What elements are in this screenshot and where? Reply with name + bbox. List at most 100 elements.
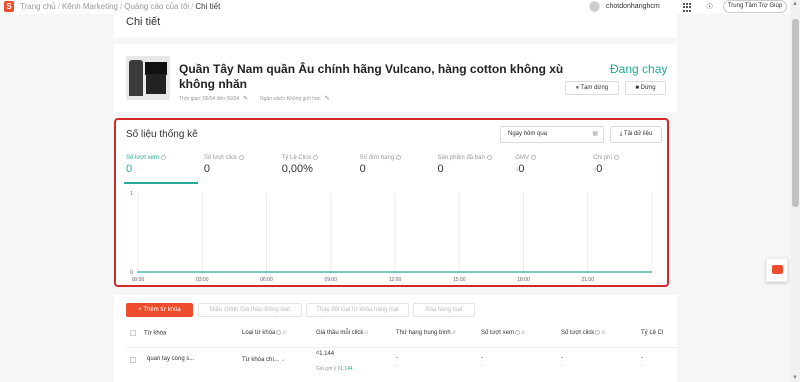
metric-ctr[interactable]: Tỷ Lệ Click 0,00% bbox=[280, 152, 358, 184]
keyword-type-select[interactable]: Từ khóa chí... ⌄ bbox=[242, 356, 286, 363]
metric-label: Tỷ Lệ Click bbox=[281, 155, 312, 162]
account-name[interactable]: chotdonhanghcm bbox=[606, 3, 660, 10]
metric-cost[interactable]: Chi phí ₫0 bbox=[591, 152, 669, 184]
keyword-cell: quan tay cong s... bbox=[147, 356, 195, 362]
date-range-select[interactable]: Ngày hôm qua ▦ bbox=[500, 126, 604, 143]
metric-label: Số lượt xem bbox=[126, 155, 159, 162]
metric-label: GMV bbox=[515, 155, 529, 162]
edit-budget-icon[interactable]: ✎ bbox=[325, 95, 330, 102]
chat-icon bbox=[772, 265, 783, 274]
bulk-keyword-type-button[interactable]: Thay đổi loại từ khóa hàng loạt bbox=[306, 303, 409, 317]
apps-grid-icon[interactable] bbox=[683, 3, 692, 12]
ad-meta: Thời gian: 05/04 đến 06/04 ✎ Ngân sách: … bbox=[179, 95, 330, 103]
data-point bbox=[329, 271, 332, 273]
statistics-card: Số liệu thống kê Ngày hôm qua ▦ ⤓ Tải dữ… bbox=[114, 118, 669, 287]
x-tick-label: 12:00 bbox=[389, 277, 402, 283]
chat-button[interactable] bbox=[766, 258, 788, 282]
suggested-bid: Giá gợi ý ₫1.144 bbox=[316, 366, 353, 372]
edit-time-icon[interactable]: ✎ bbox=[243, 95, 248, 102]
page-header-card: Chi tiết bbox=[114, 14, 677, 38]
metric-label: Chi phí bbox=[593, 155, 613, 162]
header-keyword-type[interactable]: Loại từ khóa ⇵ bbox=[242, 330, 287, 336]
scroll-thumb[interactable] bbox=[792, 19, 799, 207]
stop-button[interactable]: ■ Dừng bbox=[625, 81, 666, 95]
metric-label: Sản phẩm đã bán bbox=[437, 155, 485, 162]
metric-gmv[interactable]: GMV ₫0 bbox=[513, 152, 591, 184]
y-tick-label: 0 bbox=[130, 270, 133, 276]
data-point bbox=[586, 271, 589, 273]
help-icon[interactable] bbox=[614, 155, 620, 160]
rank-sub: - bbox=[396, 363, 398, 369]
metric-clicks[interactable]: Số lượt click 0 bbox=[202, 152, 280, 184]
x-tick-label: 06:00 bbox=[260, 277, 273, 283]
breadcrumb-home[interactable]: Trang chủ bbox=[20, 2, 56, 11]
page-scrollbar[interactable]: ▲ ▼ bbox=[791, 0, 800, 382]
x-tick-label: 15:00 bbox=[453, 277, 466, 283]
avatar[interactable] bbox=[589, 1, 600, 12]
stats-line-chart: 1 0 00:00 03:00 06:00 09:00 12:00 15:00 18:00 21:… bbox=[124, 185, 662, 285]
bulk-bid-button[interactable]: Điều chỉnh Giá thầu Đồng loạt bbox=[198, 303, 302, 317]
product-title: Quần Tây Nam quần Âu chính hãng Vulcano,… bbox=[179, 62, 564, 91]
pause-button[interactable]: ⏸ Tạm dừng bbox=[565, 81, 619, 95]
metric-value: 0 bbox=[518, 163, 525, 176]
help-icon[interactable] bbox=[486, 155, 492, 160]
metric-value: 0,00% bbox=[281, 163, 313, 176]
x-tick-label: 03:00 bbox=[196, 277, 209, 283]
metrics-row: Số lượt xem 0 Số lượt click 0 Tỷ Lệ Clic… bbox=[124, 152, 669, 184]
metric-label: Số đơn hàng bbox=[359, 155, 395, 162]
header-keyword: Từ khóa bbox=[130, 330, 166, 337]
help-icon[interactable] bbox=[160, 155, 166, 160]
download-data-button[interactable]: ⤓ Tải dữ liệu bbox=[610, 126, 662, 143]
status-badge: Đang chạy bbox=[610, 62, 668, 76]
metric-value: 0 bbox=[203, 163, 210, 176]
date-range-value: Ngày hôm qua bbox=[508, 131, 548, 137]
table-header: Từ khóa Loại từ khóa ⇵ Giá thầu mỗi click… bbox=[126, 325, 677, 348]
help-icon[interactable] bbox=[396, 155, 402, 160]
scroll-up-arrow-icon[interactable]: ▲ bbox=[792, 1, 798, 7]
clicks-sub: - bbox=[561, 363, 563, 369]
help-center-button[interactable]: Trung Tâm Trợ Giúp bbox=[723, 0, 787, 13]
chart-svg: 1 000:00 03:00 06:00 09:00 12:00 15:00 18:00 21:… bbox=[130, 191, 653, 283]
metric-value: 0 bbox=[437, 163, 444, 176]
scroll-down-arrow-icon[interactable]: ▼ bbox=[792, 375, 798, 381]
breadcrumb-my-ads[interactable]: Quảng cáo của tôi bbox=[124, 2, 189, 11]
help-icon[interactable] bbox=[313, 155, 319, 160]
y-tick-label: 1 bbox=[130, 191, 133, 197]
x-tick-label: 09:00 bbox=[324, 277, 337, 283]
breadcrumb: Trang chủ / Kênh Marketing / Quảng cáo của t… bbox=[20, 2, 221, 11]
header-ctr[interactable]: Tỷ Lệ Cl bbox=[641, 330, 663, 336]
metric-views[interactable]: Số lượt xem 0 bbox=[124, 152, 202, 184]
add-keyword-button[interactable]: + Thêm từ khóa bbox=[126, 303, 193, 317]
help-icon[interactable] bbox=[239, 155, 245, 160]
header-avg-rank[interactable]: Thứ hạng trung bình⇵ bbox=[396, 330, 456, 336]
ad-product-card: Quần Tây Nam quần Âu chính hãng Vulcano,… bbox=[114, 44, 677, 112]
shopee-logo[interactable]: S bbox=[4, 1, 14, 12]
rank-cell: - bbox=[396, 355, 398, 361]
select-all-checkbox[interactable] bbox=[130, 330, 136, 336]
header-bid[interactable]: Giá thầu mỗi click⇵ bbox=[316, 330, 369, 336]
metric-items-sold[interactable]: Sản phẩm đã bán 0 bbox=[435, 152, 513, 184]
metric-value: 0 bbox=[596, 163, 603, 176]
ctr-sub: - bbox=[641, 363, 643, 369]
metric-orders[interactable]: Số đơn hàng 0 bbox=[358, 152, 436, 184]
table-row[interactable]: quan tay cong s... Từ khóa chí... ⌄ ₫1.1… bbox=[126, 349, 677, 382]
clicks-cell: - bbox=[561, 355, 563, 361]
page-title: Chi tiết bbox=[126, 16, 161, 28]
header-clicks[interactable]: Số lượt click ⇵ bbox=[561, 330, 606, 336]
data-point bbox=[201, 271, 204, 273]
bulk-delete-button[interactable]: Xóa hàng loạt bbox=[413, 303, 475, 317]
data-point bbox=[265, 271, 268, 273]
breadcrumb-marketing[interactable]: Kênh Marketing bbox=[62, 2, 118, 11]
notification-bell-icon[interactable]: ☉ bbox=[706, 2, 713, 11]
ctr-cell: - bbox=[641, 355, 643, 361]
statistics-title: Số liệu thống kê bbox=[126, 129, 198, 140]
product-thumbnail bbox=[126, 56, 170, 100]
ad-budget-label: Ngân sách: Không giới hạn bbox=[260, 95, 321, 102]
row-checkbox[interactable] bbox=[130, 357, 136, 363]
bid-cell[interactable]: ₫1.144 bbox=[316, 351, 334, 357]
help-icon[interactable] bbox=[530, 155, 536, 160]
account-menu[interactable]: chotdonhanghcm bbox=[589, 1, 660, 12]
data-point bbox=[394, 271, 396, 273]
header-views[interactable]: Số lượt xem ⇵ bbox=[481, 330, 525, 336]
data-point bbox=[458, 271, 461, 273]
